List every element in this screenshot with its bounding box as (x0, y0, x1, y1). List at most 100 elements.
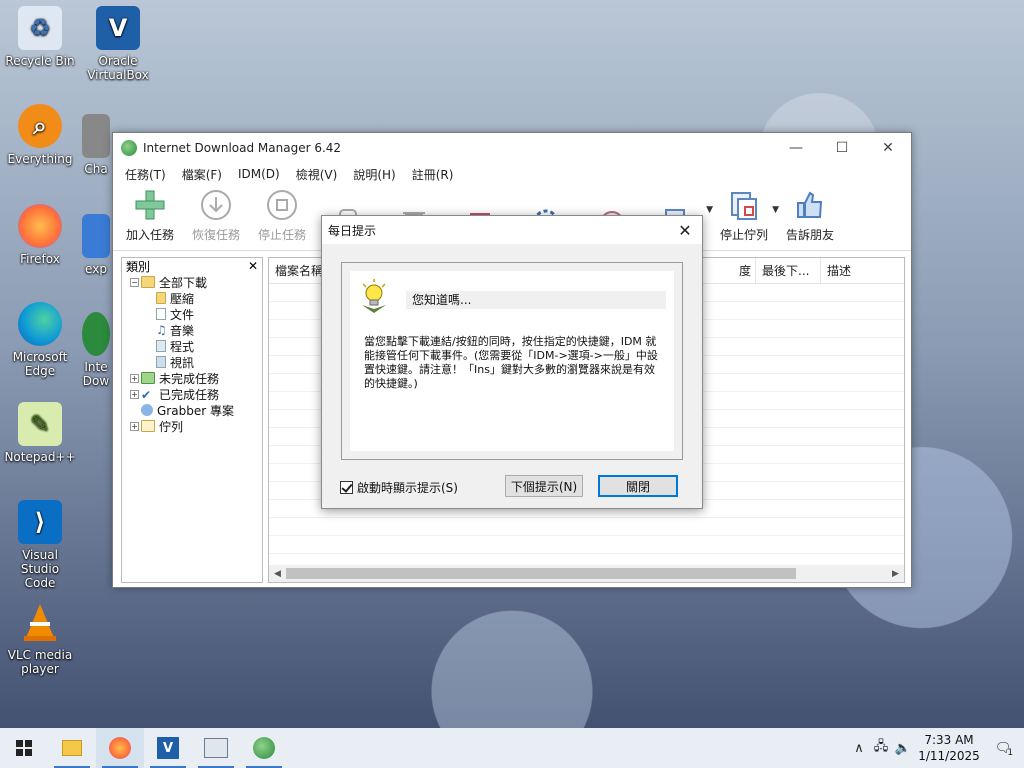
taskbar-app[interactable] (192, 728, 240, 768)
resume-task-button[interactable]: 恢復任務 (183, 185, 249, 247)
tip-body-text: 當您點擊下載連結/按鈕的同時，按住指定的快捷鍵，IDM 就能接管任何下載事件。(… (364, 335, 658, 390)
unfinished-folder-icon (141, 372, 155, 384)
notification-badge: 1 (1007, 748, 1014, 758)
menu-idm[interactable]: IDM(D) (230, 165, 288, 183)
virtualbox-icon: V (96, 6, 140, 50)
chevron-up-icon[interactable]: ∧ (848, 728, 870, 768)
tree-item-all-downloads[interactable]: − 全部下載 (122, 274, 262, 290)
scrollbar-thumb[interactable] (286, 568, 796, 579)
dialog-close-button[interactable]: ✕ (668, 221, 702, 240)
desktop-icon-cha[interactable]: Cha (82, 114, 110, 176)
desktop-icon-recycle-bin[interactable]: ♻ Recycle Bin (4, 6, 76, 68)
menu-file[interactable]: 檔案(F) (174, 164, 230, 185)
menu-tasks[interactable]: 任務(T) (117, 164, 174, 185)
tip-panel: 您知道嗎... 當您點擊下載連結/按鈕的同時，按住指定的快捷鍵，IDM 就能接管… (341, 262, 683, 460)
add-task-button[interactable]: 加入任務 (117, 185, 183, 247)
scroll-left-icon[interactable]: ◀ (269, 569, 286, 579)
recycle-bin-icon: ♻ (18, 6, 62, 50)
desktop-icon-edge[interactable]: Microsoft Edge (4, 302, 76, 378)
maximize-button[interactable]: ☐ (819, 133, 865, 163)
close-sidebar-icon[interactable]: ✕ (248, 259, 258, 273)
tree-item-documents[interactable]: 文件 (122, 306, 262, 322)
check-folder-icon: ✔ (141, 388, 152, 402)
taskbar-virtualbox[interactable]: V (144, 728, 192, 768)
close-window-button[interactable]: ✕ (865, 133, 911, 163)
tree-item-programs[interactable]: 程式 (122, 338, 262, 354)
tell-friend-button[interactable]: 告訴朋友 (777, 185, 843, 247)
desktop-icon-firefox[interactable]: Firefox (4, 204, 76, 266)
idm-app-icon (121, 140, 137, 156)
scroll-right-icon[interactable]: ▶ (887, 569, 904, 579)
folder-icon (62, 740, 82, 756)
notification-button[interactable]: 🗨 1 (984, 728, 1024, 768)
zip-icon (156, 292, 166, 304)
window-title: Internet Download Manager 6.42 (143, 141, 342, 155)
tree-item-compressed[interactable]: 壓縮 (122, 290, 262, 306)
vlc-icon (18, 600, 62, 644)
taskbar-file-explorer[interactable] (48, 728, 96, 768)
close-dialog-button[interactable]: 關閉 (598, 475, 678, 497)
expand-icon[interactable]: + (130, 373, 139, 383)
edge-icon (18, 302, 62, 346)
folder-open-icon (141, 276, 155, 288)
taskbar: V ∧ 🖧 🔈 7:33 AM 1/11/2025 🗨 1 (0, 728, 1024, 768)
desktop-icon-notepadpp[interactable]: ✎ Notepad++ (4, 402, 76, 464)
firefox-icon (109, 737, 131, 759)
menu-view[interactable]: 檢視(V) (288, 164, 346, 185)
next-tip-button[interactable]: 下個提示(N) (505, 475, 583, 497)
plus-icon (133, 188, 167, 222)
notepadpp-icon: ✎ (18, 402, 62, 446)
start-button[interactable] (0, 728, 48, 768)
checkbox-checked[interactable] (340, 481, 353, 494)
stop-task-button[interactable]: 停止任務 (249, 185, 315, 247)
expand-icon[interactable]: + (130, 421, 139, 431)
dialog-title-bar[interactable]: 每日提示 ✕ (322, 216, 702, 244)
tip-heading: 您知道嗎... (406, 291, 666, 309)
column-description[interactable]: 描述 (821, 258, 901, 283)
volume-muted-icon[interactable]: 🔈 (892, 728, 914, 768)
horizontal-scrollbar[interactable]: ◀ ▶ (269, 565, 904, 582)
app-icon (82, 214, 110, 258)
expand-icon[interactable]: + (130, 389, 139, 399)
tree-item-grabber[interactable]: Grabber 專案 (122, 402, 262, 418)
taskbar-idm[interactable] (240, 728, 288, 768)
show-tips-checkbox[interactable]: 啟動時顯示提示(S) (340, 479, 458, 496)
music-note-icon: ♫ (156, 323, 167, 337)
desktop-icon-idm[interactable]: Inte Dow (82, 312, 110, 388)
stop-icon (265, 188, 299, 222)
queue-stop-icon (727, 188, 761, 222)
windows-logo-icon (16, 740, 32, 756)
menu-help[interactable]: 說明(H) (345, 164, 403, 185)
column-last-try[interactable]: 最後下... (755, 258, 821, 283)
idm-icon (253, 737, 275, 759)
tree-item-finished[interactable]: + ✔ 已完成任務 (122, 386, 262, 402)
desktop-icon-vscode[interactable]: ⟩ Visual Studio Code (4, 500, 76, 590)
tree-item-music[interactable]: ♫ 音樂 (122, 322, 262, 338)
lightbulb-icon (360, 279, 388, 315)
title-bar[interactable]: Internet Download Manager 6.42 — ☐ ✕ (113, 133, 911, 163)
tree-item-queues[interactable]: + 佇列 (122, 418, 262, 434)
document-icon (156, 308, 166, 320)
tip-of-day-dialog: 每日提示 ✕ 您知道嗎... 當您點擊下載連結/按鈕的同時，按住指定的快捷鍵，I… (321, 215, 703, 509)
desktop-icon-everything[interactable]: ⌕ Everything (4, 104, 76, 166)
queue-folder-icon (141, 420, 155, 432)
column-filename[interactable]: 檔案名稱 (269, 258, 325, 283)
menu-register[interactable]: 註冊(R) (404, 164, 462, 185)
tree-item-unfinished[interactable]: + 未完成任務 (122, 370, 262, 386)
desktop-icon-exp[interactable]: exp (82, 214, 110, 276)
collapse-icon[interactable]: − (130, 277, 139, 287)
clock[interactable]: 7:33 AM 1/11/2025 (914, 732, 984, 764)
desktop-icon-vlc[interactable]: VLC media player (4, 600, 76, 676)
menu-bar: 任務(T) 檔案(F) IDM(D) 檢視(V) 說明(H) 註冊(R) (113, 163, 911, 185)
download-arrow-icon (199, 188, 233, 222)
app-window-icon (204, 738, 228, 758)
desktop-icon-virtualbox[interactable]: V Oracle VirtualBox (82, 6, 154, 82)
taskbar-firefox[interactable] (96, 728, 144, 768)
stop-queue-button[interactable]: 停止佇列 ▼ (711, 185, 779, 247)
network-icon[interactable]: 🖧 (870, 728, 892, 768)
tree-item-video[interactable]: 視訊 (122, 354, 262, 370)
minimize-button[interactable]: — (773, 133, 819, 163)
thumbs-up-icon (793, 188, 827, 222)
virtualbox-icon: V (157, 737, 179, 759)
sidebar-header: 類別 ✕ (126, 259, 258, 274)
